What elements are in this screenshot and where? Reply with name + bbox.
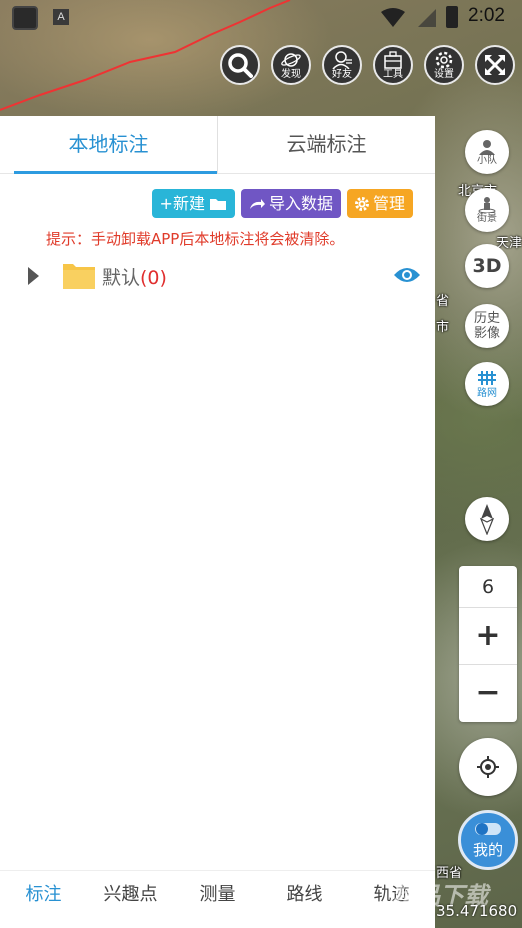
- nav-poi[interactable]: 兴趣点: [87, 871, 174, 928]
- search-icon: [228, 53, 253, 78]
- friends-label: 好友: [332, 68, 352, 80]
- settings-button[interactable]: 设置: [424, 45, 464, 85]
- road-network-button[interactable]: 路网: [465, 362, 509, 406]
- my-label: 我的: [472, 840, 503, 859]
- tab-cloud-annotations[interactable]: 云端标注: [217, 116, 435, 173]
- zoom-control: 6 + −: [459, 566, 517, 722]
- import-label: 导入数据: [268, 194, 333, 213]
- history-imagery-button[interactable]: 历史 影像: [465, 304, 509, 348]
- nav-annotations[interactable]: 标注: [0, 871, 87, 928]
- map-label-city: 市: [436, 320, 450, 335]
- team-button[interactable]: 小队: [465, 130, 509, 174]
- zoom-level: 6: [459, 566, 517, 608]
- folder-row-default[interactable]: 默认(0): [0, 256, 435, 296]
- discover-label: 发现: [281, 68, 301, 80]
- compass-icon: [479, 504, 495, 535]
- fullscreen-icon: [485, 55, 505, 75]
- discover-button[interactable]: 发现: [271, 45, 311, 85]
- fullscreen-button[interactable]: [475, 45, 515, 85]
- nav-measure[interactable]: 测量: [174, 871, 261, 928]
- battery-icon: [446, 6, 458, 28]
- map-label-province: 省: [436, 294, 450, 309]
- eye-icon[interactable]: [392, 265, 422, 285]
- manage-button[interactable]: 管理: [346, 189, 413, 218]
- locate-button[interactable]: [459, 738, 517, 796]
- nav-route[interactable]: 路线: [261, 871, 348, 928]
- search-button[interactable]: [220, 45, 260, 85]
- folder-name: 默认(0): [102, 267, 167, 289]
- planet-icon: [281, 52, 301, 67]
- friends-button[interactable]: 好友: [322, 45, 362, 85]
- wifi-icon: [381, 8, 405, 27]
- clock: 2:02: [468, 5, 505, 26]
- manage-label: 管理: [372, 194, 405, 213]
- grid-icon: [478, 370, 496, 385]
- uninstall-warning: 提示：手动卸载APP后本地标注将会被清除。: [46, 230, 345, 248]
- signal-icon: [418, 9, 436, 27]
- tools-label: 工具: [383, 68, 403, 80]
- zoom-in-button[interactable]: +: [459, 608, 517, 664]
- team-label: 小队: [477, 154, 497, 166]
- compass-button[interactable]: [465, 497, 509, 541]
- import-data-button[interactable]: 导入数据: [240, 189, 341, 218]
- folder-icon: [63, 264, 95, 289]
- settings-label: 设置: [434, 68, 454, 80]
- 3d-label: 3D: [472, 255, 502, 277]
- pegman-icon: [478, 196, 496, 213]
- toggle-icon: [475, 822, 501, 835]
- tools-button[interactable]: 工具: [373, 45, 413, 85]
- crosshair-icon: [477, 756, 499, 778]
- street-view-label: 街景: [477, 212, 497, 224]
- app-notification-icon: [12, 6, 38, 30]
- person-icon: [332, 50, 352, 69]
- new-button[interactable]: +新建: [151, 189, 235, 218]
- folder-icon: [209, 198, 226, 210]
- person-icon: [479, 139, 495, 155]
- history-label-1: 历史: [473, 311, 500, 326]
- bottom-nav: 标注 兴趣点 测量 路线 轨迹: [0, 870, 435, 928]
- coordinate-readout: 35.471680: [436, 902, 518, 920]
- share-arrow-icon: [249, 198, 265, 209]
- annotation-tabs: 本地标注 云端标注: [0, 116, 435, 174]
- annotation-actions: +新建 导入数据 管理: [151, 189, 413, 218]
- folder-count: (0): [140, 267, 167, 289]
- my-profile-button[interactable]: 我的: [458, 810, 518, 870]
- road-network-label: 路网: [477, 387, 497, 399]
- street-view-button[interactable]: 街景: [465, 188, 509, 232]
- annotation-panel: 本地标注 云端标注 +新建 导入数据 管理 提示：手动卸载APP后本地标注将会被…: [0, 116, 435, 870]
- tab-local-annotations[interactable]: 本地标注: [0, 116, 217, 174]
- status-bar: A 2:02: [0, 0, 522, 36]
- 3d-button[interactable]: 3D: [465, 244, 509, 288]
- new-label: +新建: [159, 194, 205, 213]
- a-badge-icon: A: [53, 9, 69, 25]
- zoom-out-button[interactable]: −: [459, 664, 517, 720]
- gear-icon: [435, 51, 453, 68]
- expand-arrow-icon[interactable]: [28, 267, 39, 285]
- gear-icon: [354, 196, 369, 211]
- history-label-2: 影像: [473, 326, 500, 341]
- toolbox-icon: [384, 50, 402, 69]
